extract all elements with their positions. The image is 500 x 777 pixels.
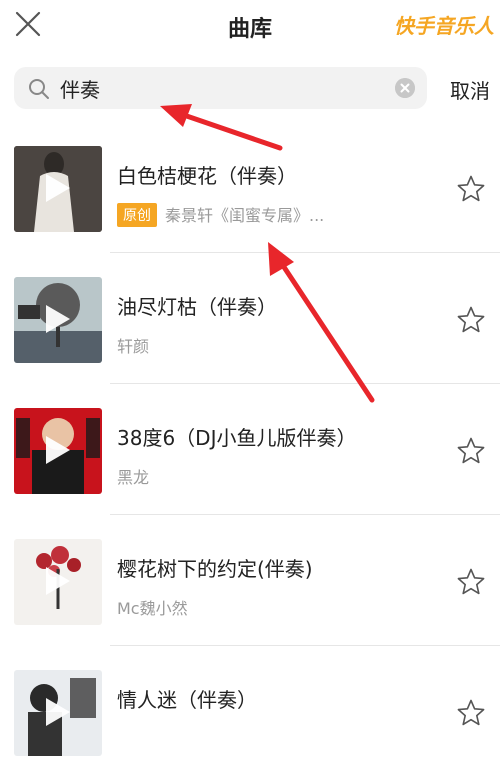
song-cover[interactable] (14, 539, 102, 625)
play-icon[interactable] (46, 436, 70, 464)
search-box[interactable] (14, 67, 427, 109)
song-row[interactable]: 38度6（DJ小鱼儿版伴奏） 黑龙 (0, 384, 500, 515)
header-bar: 曲库 快手音乐人 (0, 0, 500, 50)
clear-icon[interactable] (395, 78, 415, 98)
song-row[interactable]: 情人迷（伴奏） (0, 646, 500, 777)
song-artist: Mc魏小然 (117, 599, 188, 618)
song-row[interactable]: 樱花树下的约定(伴奏) Mc魏小然 (0, 515, 500, 646)
song-subtitle: 轩颜 (117, 333, 149, 357)
song-artist: 轩颜 (117, 337, 150, 356)
song-row[interactable]: 白色桔梗花（伴奏） 原创 秦景轩《闺蜜专属》... (0, 122, 500, 253)
search-input[interactable] (60, 67, 380, 109)
search-bar: 取消 (0, 60, 500, 116)
cancel-button[interactable]: 取消 (450, 75, 490, 104)
song-title: 情人迷（伴奏） (117, 688, 257, 712)
play-icon[interactable] (46, 174, 70, 202)
play-icon[interactable] (46, 567, 70, 595)
song-title: 白色桔梗花（伴奏） (117, 164, 297, 188)
original-badge: 原创 (117, 203, 157, 227)
search-icon (29, 79, 49, 99)
song-cover[interactable] (14, 146, 102, 232)
song-subtitle: Mc魏小然 (117, 595, 188, 619)
song-cover[interactable] (14, 670, 102, 756)
play-icon[interactable] (46, 698, 70, 726)
play-icon[interactable] (46, 305, 70, 333)
star-icon[interactable] (456, 436, 486, 466)
star-icon[interactable] (456, 567, 486, 597)
song-cover[interactable] (14, 408, 102, 494)
star-icon[interactable] (456, 174, 486, 204)
song-artist: 黑龙 (117, 468, 150, 487)
song-row[interactable]: 油尽灯枯（伴奏） 轩颜 (0, 253, 500, 384)
song-subtitle: 原创 秦景轩《闺蜜专属》... (117, 202, 324, 227)
song-cover[interactable] (14, 277, 102, 363)
star-icon[interactable] (456, 698, 486, 728)
song-title: 38度6（DJ小鱼儿版伴奏） (117, 426, 357, 450)
brand-logo: 快手音乐人 (394, 14, 494, 38)
song-subtitle: 黑龙 (117, 464, 149, 488)
song-title: 樱花树下的约定(伴奏) (117, 557, 313, 581)
song-artist: 秦景轩《闺蜜专属》... (165, 206, 325, 225)
star-icon[interactable] (456, 305, 486, 335)
song-title: 油尽灯枯（伴奏） (117, 295, 277, 319)
